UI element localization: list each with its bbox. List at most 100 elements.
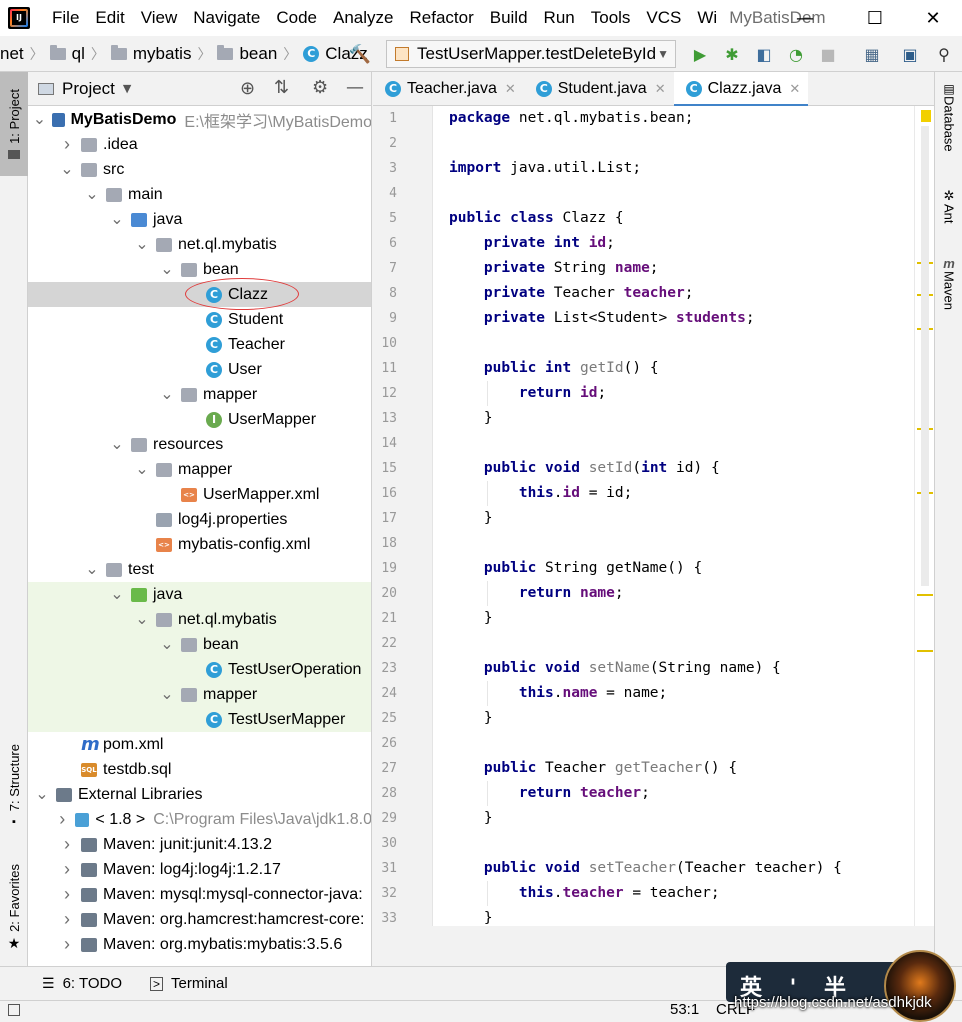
tab-project[interactable]: 1: Project [0,72,28,176]
menu-analyze[interactable]: Analyze [325,8,401,28]
chevron-down-icon[interactable]: ⌄ [159,261,175,277]
tree-item[interactable]: <> UserMapper.xml [28,482,371,507]
menu-edit[interactable]: Edit [87,8,132,28]
chevron-down-icon[interactable]: ⌄ [33,111,46,127]
menu-view[interactable]: View [133,8,186,28]
warning-marker[interactable] [917,594,933,596]
run-anything-icon[interactable]: ▣ [900,44,920,64]
chevron-down-icon[interactable]: ⌄ [109,211,125,227]
tree-item[interactable]: log4j.properties [28,507,371,532]
maximize-icon[interactable]: ☐ [852,0,898,36]
hide-icon[interactable]: — [346,77,364,98]
collapse-all-icon[interactable]: ⇅ [274,77,289,98]
chevron-down-icon[interactable]: ⌄ [84,561,100,577]
chevron-down-icon[interactable]: ⌄ [34,786,50,802]
chevron-right-icon[interactable]: › [59,134,75,155]
project-panel-title[interactable]: Project [62,79,115,99]
run-configuration-select[interactable]: TestUserMapper.testDeleteById ▼ [386,40,676,68]
tree-item[interactable]: ⌄ External Libraries [28,782,371,807]
tab-terminal[interactable]: Terminal [171,975,228,992]
tree-item[interactable]: ⌄ java [28,582,371,607]
stop-icon[interactable]: ■ [818,44,838,64]
chevron-down-icon[interactable]: ⌄ [109,586,125,602]
tree-item[interactable]: ⌄ bean [28,257,371,282]
chevron-right-icon[interactable]: › [55,809,69,830]
menu-navigate[interactable]: Navigate [185,8,268,28]
debug-icon[interactable]: ✱ [722,44,742,64]
chevron-down-icon[interactable]: ⌄ [134,611,150,627]
tree-item[interactable]: C TestUserMapper [28,707,371,732]
tree-item[interactable]: ⌄ mapper [28,382,371,407]
tree-item[interactable]: ⌄ src [28,157,371,182]
tab-maven[interactable]: m Maven [935,256,962,310]
tab-ant[interactable]: ✲ Ant [935,188,962,224]
menu-code[interactable]: Code [268,8,325,28]
coverage-icon[interactable]: ◧ [754,44,774,64]
tree-item[interactable]: ⌄ net.ql.mybatis [28,232,371,257]
project-structure-icon[interactable]: ▦ [862,44,882,64]
tab-teacher-java[interactable]: C Teacher.java ✕ [373,72,524,106]
breadcrumb-mybatis[interactable]: mybatis [133,44,192,64]
tree-item[interactable]: m pom.xml [28,732,371,757]
tab-clazz-java[interactable]: C Clazz.java ✕ [673,72,809,107]
tree-item[interactable]: ⌄ mapper [28,682,371,707]
close-icon[interactable]: ✕ [655,81,666,97]
profile-icon[interactable]: ◔ [786,44,806,64]
tree-item[interactable]: ⌄ mapper [28,457,371,482]
menu-file[interactable]: File [44,8,87,28]
tree-item[interactable]: ⌄ net.ql.mybatis [28,607,371,632]
run-icon[interactable]: ▶ [690,44,710,64]
chevron-down-icon[interactable]: ⌄ [159,636,175,652]
menu-run[interactable]: Run [536,8,583,28]
tree-item[interactable]: SQL testdb.sql [28,757,371,782]
close-window-icon[interactable]: ✕ [910,0,956,36]
menu-build[interactable]: Build [482,8,536,28]
tree-item[interactable]: › Maven: mysql:mysql-connector-java: [28,882,371,907]
tab-structure[interactable]: 7: Structure ▪ [0,736,28,836]
tree-item[interactable]: C Teacher [28,332,371,357]
chevron-right-icon[interactable]: › [59,909,75,930]
tree-item[interactable]: ⌄ bean [28,632,371,657]
warning-marker[interactable] [917,650,933,652]
tree-item[interactable]: › < 1.8 > C:\Program Files\Java\jdk1.8.0 [28,807,371,832]
gear-icon[interactable]: ⚙ [312,77,328,98]
build-hammer-icon[interactable]: 🔨 [349,44,371,65]
code-editor[interactable]: package net.ql.mybatis.bean; import java.… [433,106,914,926]
tree-item[interactable]: ⌄ resources [28,432,371,457]
tab-database[interactable]: ▤ Database [935,82,962,152]
breadcrumb-bean[interactable]: bean [239,44,277,64]
tree-item[interactable]: C Student [28,307,371,332]
editor-scrollbar[interactable] [914,106,934,926]
tab-todo[interactable]: 6: TODO [63,975,122,992]
tree-item[interactable]: C TestUserOperation [28,657,371,682]
menu-tools[interactable]: Tools [583,8,639,28]
chevron-down-icon[interactable]: ⌄ [159,386,175,402]
chevron-right-icon[interactable]: › [59,834,75,855]
tree-item[interactable]: › Maven: junit:junit:4.13.2 [28,832,371,857]
chevron-down-icon[interactable]: ⌄ [134,461,150,477]
breadcrumb-ql[interactable]: ql [72,44,85,64]
chevron-down-icon[interactable]: ▼ [123,82,131,95]
scroll-thumb[interactable] [921,126,929,586]
locate-icon[interactable]: ⊕ [240,78,255,99]
menu-window[interactable]: Wi [689,8,725,28]
tree-item[interactable]: <> mybatis-config.xml [28,532,371,557]
menu-refactor[interactable]: Refactor [401,8,481,28]
chevron-down-icon[interactable]: ⌄ [159,686,175,702]
chevron-right-icon[interactable]: › [59,884,75,905]
tab-favorites[interactable]: 2: Favorites ★ [0,858,28,958]
chevron-down-icon[interactable]: ⌄ [59,161,75,177]
search-icon[interactable]: ⚲ [934,44,954,64]
chevron-right-icon[interactable]: › [59,859,75,880]
status-icon[interactable] [8,1004,20,1016]
caret-position[interactable]: 53:1 [670,1001,699,1018]
tree-item[interactable]: › Maven: org.mybatis:mybatis:3.5.6 [28,932,371,957]
tree-item[interactable]: ⌄ MyBatisDemo E:\框架学习\MyBatisDemo [28,107,371,132]
chevron-down-icon[interactable]: ⌄ [134,236,150,252]
minimize-icon[interactable]: — [782,0,828,36]
tree-item[interactable]: › .idea [28,132,371,157]
close-icon[interactable]: ✕ [789,81,800,97]
chevron-down-icon[interactable]: ⌄ [84,186,100,202]
tree-item[interactable]: › Maven: org.hamcrest:hamcrest-core: [28,907,371,932]
tree-item[interactable]: I UserMapper [28,407,371,432]
